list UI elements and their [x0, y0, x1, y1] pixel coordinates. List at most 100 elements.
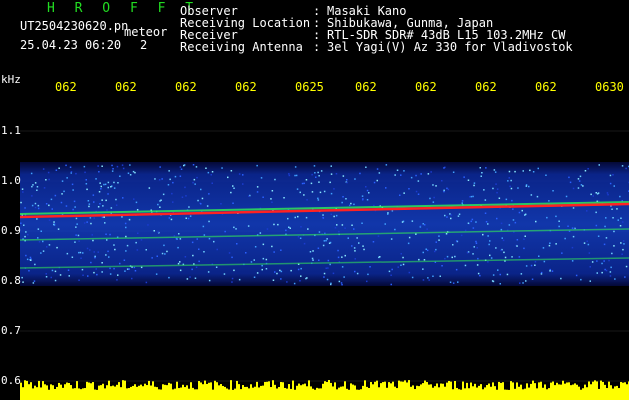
speckle: [253, 276, 256, 278]
speckle: [511, 199, 513, 202]
power-bar: [238, 384, 240, 400]
speckle: [78, 251, 80, 254]
speckle: [391, 210, 394, 212]
power-bar: [256, 381, 258, 400]
speckle: [488, 243, 490, 246]
speckle: [295, 174, 298, 177]
speckle: [300, 226, 302, 228]
speckle: [145, 249, 147, 251]
power-bar: [58, 382, 60, 400]
speckle: [45, 203, 48, 205]
speckle: [385, 187, 387, 189]
speckle: [496, 217, 498, 220]
speckle: [31, 195, 33, 197]
speckle: [98, 191, 101, 193]
speckle: [238, 173, 241, 175]
speckle: [161, 178, 163, 180]
power-bar: [346, 388, 348, 400]
power-bar: [326, 381, 328, 400]
speckle: [378, 256, 380, 259]
power-bar: [190, 382, 192, 400]
speckle: [311, 191, 314, 193]
power-bar: [314, 389, 316, 400]
speckle: [51, 208, 53, 210]
power-bar: [482, 389, 484, 400]
speckle: [213, 240, 215, 243]
power-bar: [408, 380, 410, 400]
speckle: [27, 233, 29, 236]
power-bar: [412, 385, 414, 400]
speckle: [312, 250, 314, 252]
speckle: [113, 244, 115, 246]
speckle: [90, 222, 92, 225]
speckle: [433, 196, 435, 199]
speckle: [605, 237, 608, 239]
speckle: [353, 203, 355, 206]
speckle: [28, 270, 30, 272]
speckle: [86, 247, 89, 250]
speckle: [342, 175, 345, 177]
power-bar: [342, 386, 344, 400]
speckle: [461, 200, 464, 202]
power-bar: [536, 388, 538, 400]
power-bar: [502, 382, 504, 400]
speckle: [129, 164, 131, 166]
speckle: [189, 276, 191, 278]
power-bar: [132, 385, 134, 400]
power-bar: [518, 386, 520, 400]
speckle: [93, 251, 95, 253]
speckle: [163, 244, 165, 247]
speckle: [446, 255, 449, 258]
speckle: [126, 268, 129, 270]
speckle: [417, 193, 420, 195]
power-bar: [232, 389, 234, 400]
power-bar: [370, 381, 372, 400]
speckle: [147, 224, 149, 226]
speckle: [575, 274, 578, 277]
speckle: [129, 174, 132, 176]
speckle: [223, 273, 226, 275]
power-bar: [568, 382, 570, 400]
speckle: [256, 191, 259, 193]
speckle: [299, 237, 302, 239]
speckle: [89, 217, 92, 219]
speckle: [514, 221, 517, 224]
speckle: [572, 235, 575, 238]
speckle: [483, 189, 485, 191]
power-bar: [448, 380, 450, 400]
power-bar: [454, 381, 456, 400]
speckle: [216, 248, 218, 251]
power-bar: [452, 389, 454, 400]
speckle: [595, 211, 597, 214]
speckle: [341, 256, 343, 258]
speckle: [110, 186, 112, 188]
power-bar: [154, 386, 156, 400]
speckle: [136, 209, 139, 211]
speckle: [86, 221, 88, 223]
speckle: [604, 268, 606, 271]
speckle: [490, 257, 493, 259]
power-bar: [462, 381, 464, 400]
speckle: [388, 270, 391, 273]
speckle: [332, 272, 335, 275]
speckle: [354, 270, 356, 273]
speckle: [425, 248, 427, 250]
speckle: [276, 272, 278, 275]
y-tick-label: 1.0: [1, 174, 21, 187]
speckle: [342, 196, 344, 198]
speckle: [106, 239, 108, 241]
speckle: [177, 262, 180, 265]
x-tick-label: 062: [415, 80, 437, 94]
speckle: [198, 248, 200, 250]
speckle: [502, 239, 505, 242]
speckle: [430, 171, 432, 173]
speckle: [82, 274, 84, 276]
speckle: [245, 252, 247, 254]
speckle: [523, 247, 525, 250]
speckle: [185, 195, 187, 197]
speckle: [228, 252, 231, 254]
speckle: [91, 234, 93, 236]
x-tick-label: 0625: [295, 80, 324, 94]
speckle: [603, 260, 605, 262]
power-bar: [212, 389, 214, 400]
